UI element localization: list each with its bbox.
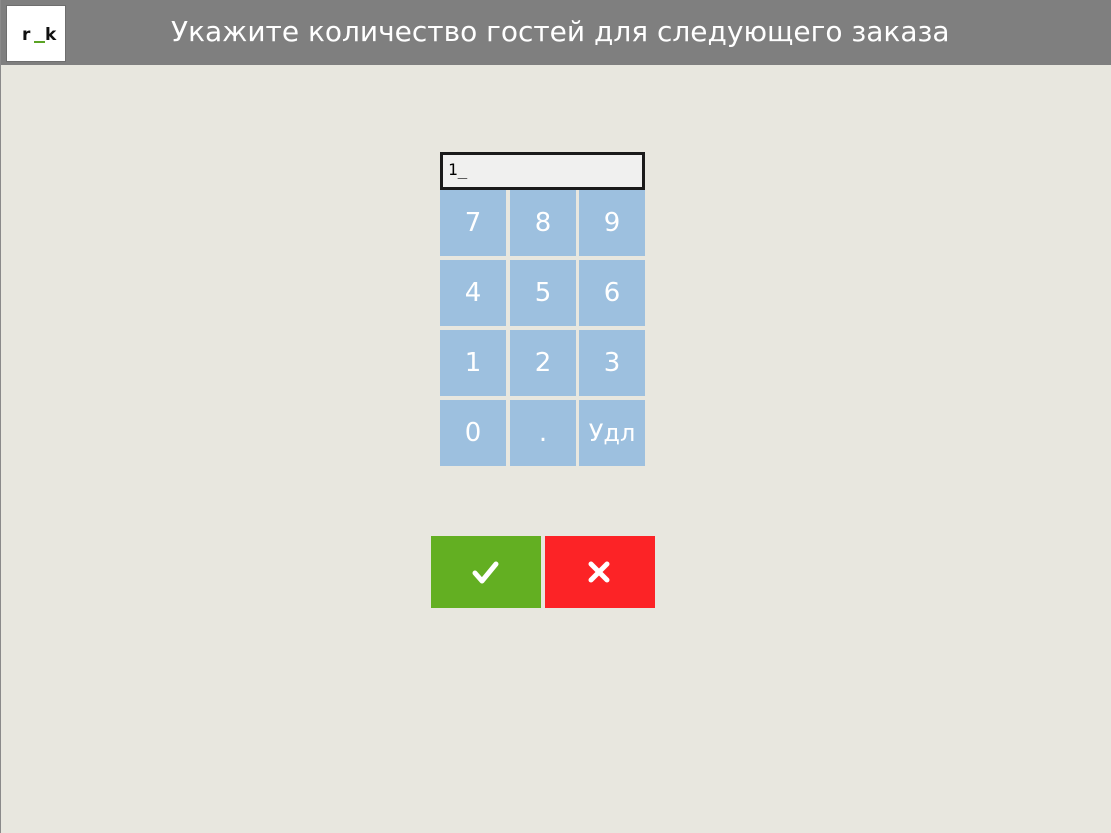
logo-underscore — [34, 41, 45, 43]
key-0[interactable]: 0 — [440, 400, 506, 466]
key-5[interactable]: 5 — [510, 260, 576, 326]
key-3[interactable]: 3 — [579, 330, 645, 396]
numeric-keypad: 7 8 9 4 5 6 1 2 3 0 . Удл — [440, 190, 646, 468]
key-4[interactable]: 4 — [440, 260, 506, 326]
key-2[interactable]: 2 — [510, 330, 576, 396]
confirm-button[interactable] — [431, 536, 541, 608]
key-decimal[interactable]: . — [510, 400, 576, 466]
key-1[interactable]: 1 — [440, 330, 506, 396]
guest-count-input[interactable]: 1_ — [440, 152, 645, 190]
key-delete[interactable]: Удл — [579, 400, 645, 466]
key-6[interactable]: 6 — [579, 260, 645, 326]
logo-letter-r: r — [22, 25, 31, 45]
key-8[interactable]: 8 — [510, 190, 576, 256]
close-icon — [588, 561, 610, 583]
key-9[interactable]: 9 — [579, 190, 645, 256]
title-bar: r k Укажите количество гостей для следую… — [1, 0, 1111, 65]
key-7[interactable]: 7 — [440, 190, 506, 256]
logo-letter-k: k — [45, 25, 57, 45]
checkmark-icon — [472, 561, 499, 584]
dialog-window: r k Укажите количество гостей для следую… — [0, 0, 1111, 833]
page-title: Укажите количество гостей для следующего… — [171, 15, 950, 48]
cancel-button[interactable] — [545, 536, 655, 608]
app-logo: r k — [6, 5, 66, 62]
